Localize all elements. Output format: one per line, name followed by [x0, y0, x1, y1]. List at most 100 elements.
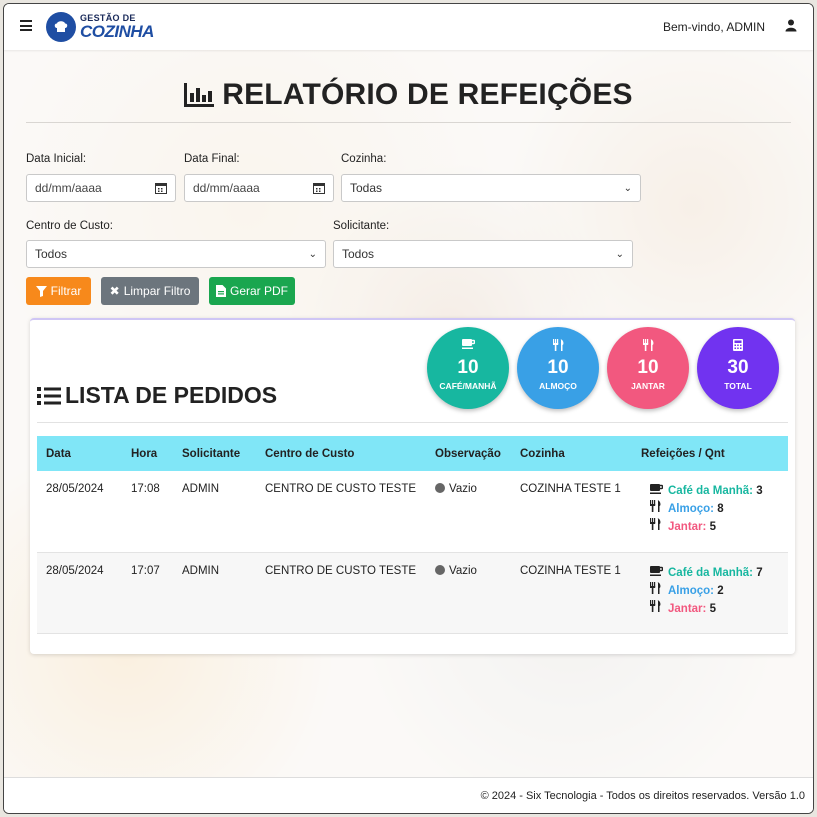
- pedidos-table: Data Hora Solicitante Centro de Custo Ob…: [37, 436, 788, 634]
- stat-cafe-value: 10: [457, 357, 479, 378]
- brand-line2: COZINHA: [80, 22, 154, 41]
- list-icon: [37, 387, 61, 405]
- data-inicial-input[interactable]: dd/mm/aaaa: [26, 174, 176, 202]
- limpar-filtro-button[interactable]: ✖ Limpar Filtro: [101, 277, 199, 305]
- utensils-icon: [650, 518, 668, 536]
- col-refeicoes[interactable]: Refeições / Qnt: [632, 436, 788, 471]
- col-hora[interactable]: Hora: [122, 436, 173, 471]
- cell-centro-custo: CENTRO DE CUSTO TESTE: [256, 471, 426, 553]
- cell-cozinha: COZINHA TESTE 1: [511, 552, 632, 634]
- list-title-text: LISTA DE PEDIDOS: [65, 382, 278, 408]
- cozinha-selected-value: Todas: [350, 181, 383, 195]
- utensils-icon: [607, 339, 689, 354]
- stat-almoco-value: 10: [547, 357, 569, 378]
- col-observacao[interactable]: Observação: [426, 436, 511, 471]
- centro-custo-selected-value: Todos: [35, 247, 68, 261]
- divider: [26, 122, 791, 123]
- chevron-down-icon: ⌄: [615, 248, 624, 260]
- jantar-label: Jantar:: [668, 521, 707, 533]
- stat-jantar-value: 10: [637, 357, 659, 378]
- filter-icon: [35, 285, 47, 297]
- cell-data: 28/05/2024: [37, 471, 122, 553]
- stat-total: 30 TOTAL: [697, 327, 779, 409]
- stat-cafe: 10 CAFÉ/MANHÃ: [427, 327, 509, 409]
- col-centro-custo[interactable]: Centro de Custo: [256, 436, 426, 471]
- col-data[interactable]: Data: [37, 436, 122, 471]
- data-final-input[interactable]: dd/mm/aaaa: [184, 174, 334, 202]
- stat-jantar: 10 JANTAR: [607, 327, 689, 409]
- stat-almoco-caption: ALMOÇO: [539, 381, 577, 391]
- cafe-label: Café da Manhã:: [668, 485, 753, 497]
- table-row[interactable]: 28/05/2024 17:08 ADMIN CENTRO DE CUSTO T…: [37, 471, 788, 553]
- centro-custo-select[interactable]: Todos ⌄: [26, 240, 326, 268]
- list-title: LISTA DE PEDIDOS: [37, 382, 277, 409]
- stat-total-value: 30: [727, 357, 749, 378]
- cafe-qty: 7: [756, 566, 763, 579]
- cell-cozinha: COZINHA TESTE 1: [511, 471, 632, 553]
- solicitante-selected-value: Todos: [342, 247, 375, 261]
- observacao-text: Vazio: [449, 564, 477, 577]
- coffee-icon: [650, 565, 668, 582]
- col-cozinha[interactable]: Cozinha: [511, 436, 632, 471]
- cafe-qty: 3: [756, 485, 763, 497]
- jantar-qty: 5: [709, 602, 716, 615]
- observacao-text: Vazio: [449, 483, 477, 495]
- app-window: GESTÃO DE COZINHA Bem-vindo, ADMIN RELAT…: [3, 3, 814, 814]
- cafe-label: Café da Manhã:: [668, 566, 753, 579]
- cell-solicitante: ADMIN: [173, 471, 256, 553]
- utensils-icon: [650, 500, 668, 518]
- stat-almoco: 10 ALMOÇO: [517, 327, 599, 409]
- user-icon[interactable]: [785, 19, 799, 33]
- chef-hat-icon: [46, 12, 76, 42]
- top-navbar: GESTÃO DE COZINHA Bem-vindo, ADMIN: [4, 4, 813, 50]
- chart-bar-icon: [184, 83, 215, 107]
- cell-observacao: Vazio: [426, 471, 511, 553]
- pedidos-card: LISTA DE PEDIDOS 10 CAFÉ/MANHÃ 10 ALMOÇO: [30, 318, 795, 654]
- status-dot: [435, 564, 445, 575]
- gerar-pdf-button[interactable]: Gerar PDF: [209, 277, 295, 305]
- times-icon: ✖: [109, 284, 120, 298]
- limpar-filtro-button-label: Limpar Filtro: [123, 284, 191, 298]
- page-title: RELATÓRIO DE REFEIÇÕES: [4, 78, 813, 112]
- jantar-label: Jantar:: [668, 602, 707, 615]
- menu-toggle-icon[interactable]: [20, 20, 32, 32]
- filtrar-button-label: Filtrar: [50, 284, 82, 298]
- page-title-text: RELATÓRIO DE REFEIÇÕES: [222, 78, 633, 111]
- status-dot: [435, 483, 445, 493]
- stat-cafe-caption: CAFÉ/MANHÃ: [439, 381, 497, 391]
- footer-text: © 2024 - Six Tecnologia - Todos os direi…: [480, 790, 805, 802]
- cell-refeicoes: Café da Manhã: 7 Almoço: 2 Jantar: 5: [632, 552, 788, 634]
- calendar-icon[interactable]: [155, 182, 167, 194]
- brand-logo[interactable]: GESTÃO DE COZINHA: [46, 12, 154, 42]
- gerar-pdf-button-label: Gerar PDF: [229, 284, 288, 298]
- cell-refeicoes: Café da Manhã: 3 Almoço: 8 Jantar: 5: [632, 471, 788, 553]
- coffee-icon: [427, 339, 509, 352]
- cell-observacao: Vazio: [426, 552, 511, 634]
- file-pdf-icon: [215, 285, 226, 297]
- calculator-icon: [697, 339, 779, 354]
- cozinha-select[interactable]: Todas ⌄: [341, 174, 641, 202]
- centro-custo-label: Centro de Custo:: [26, 220, 113, 232]
- calendar-icon[interactable]: [313, 182, 325, 194]
- solicitante-select[interactable]: Todos ⌄: [333, 240, 633, 268]
- cell-data: 28/05/2024: [37, 552, 122, 634]
- data-final-label: Data Final:: [184, 153, 240, 165]
- cell-centro-custo: CENTRO DE CUSTO TESTE: [256, 552, 426, 634]
- welcome-text: Bem-vindo, ADMIN: [662, 20, 765, 34]
- table-header-row: Data Hora Solicitante Centro de Custo Ob…: [37, 436, 788, 471]
- utensils-icon: [517, 339, 599, 354]
- utensils-icon: [650, 581, 668, 600]
- stat-total-caption: TOTAL: [724, 381, 752, 391]
- cozinha-label: Cozinha:: [341, 153, 387, 165]
- col-solicitante[interactable]: Solicitante: [173, 436, 256, 471]
- data-inicial-placeholder: dd/mm/aaaa: [35, 181, 102, 195]
- table-row[interactable]: 28/05/2024 17:07 ADMIN CENTRO DE CUSTO T…: [37, 552, 788, 634]
- data-inicial-label: Data Inicial:: [26, 153, 87, 165]
- coffee-icon: [650, 483, 668, 500]
- almoco-label: Almoço:: [668, 503, 714, 515]
- almoco-qty: 8: [717, 503, 724, 515]
- divider: [37, 422, 788, 423]
- data-final-placeholder: dd/mm/aaaa: [193, 181, 260, 195]
- footer: © 2024 - Six Tecnologia - Todos os direi…: [4, 777, 813, 813]
- filtrar-button[interactable]: Filtrar: [26, 277, 91, 305]
